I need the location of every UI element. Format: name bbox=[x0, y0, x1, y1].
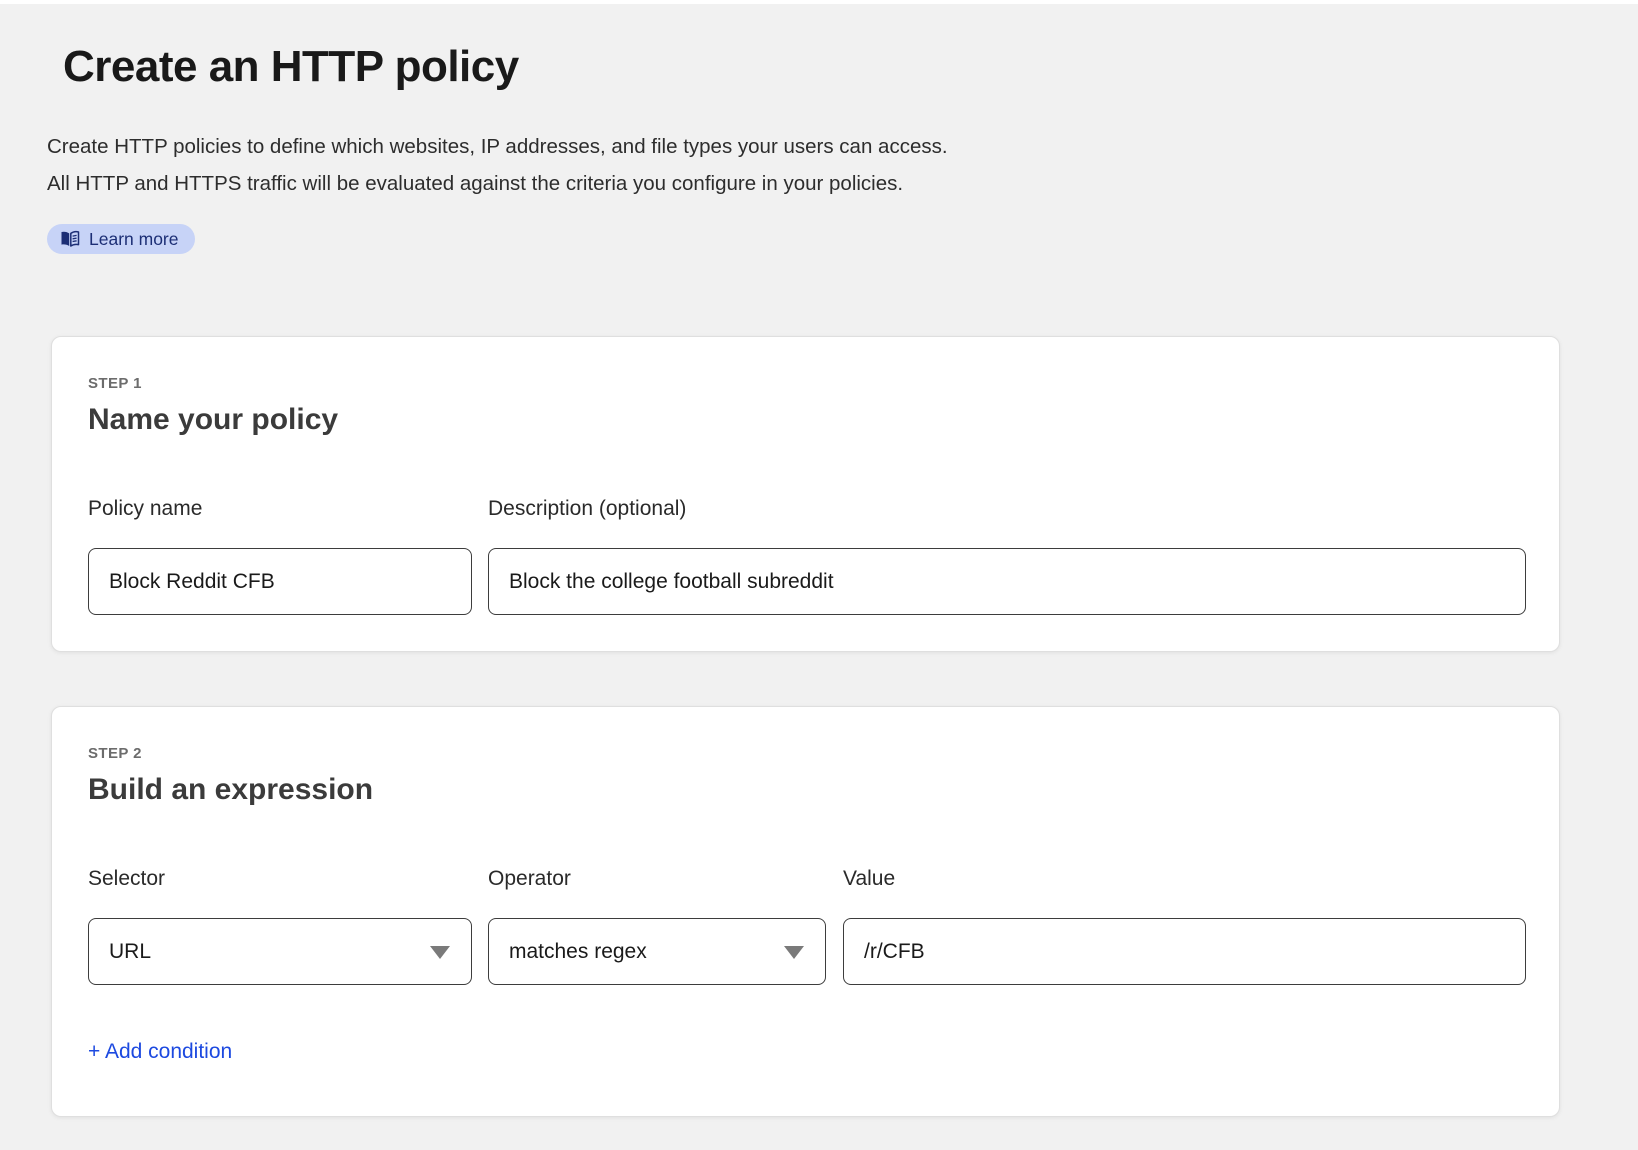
chevron-down-icon bbox=[784, 946, 804, 959]
add-condition-link[interactable]: + Add condition bbox=[88, 1040, 232, 1064]
selector-dropdown[interactable]: URL bbox=[88, 918, 472, 985]
operator-label: Operator bbox=[488, 867, 571, 891]
selector-label: Selector bbox=[88, 867, 165, 891]
step1-heading: Name your policy bbox=[88, 403, 338, 437]
book-icon bbox=[60, 230, 80, 248]
policy-name-label: Policy name bbox=[88, 497, 202, 521]
create-http-policy-page: Create an HTTP policy Create HTTP polici… bbox=[0, 0, 1638, 1150]
learn-more-label: Learn more bbox=[89, 229, 179, 250]
description-label: Description (optional) bbox=[488, 497, 686, 521]
step1-card: STEP 1 Name your policy Policy name Desc… bbox=[51, 336, 1560, 652]
policy-name-input[interactable] bbox=[88, 548, 472, 615]
page-description: Create HTTP policies to define which web… bbox=[47, 128, 948, 202]
page-description-line2: All HTTP and HTTPS traffic will be evalu… bbox=[47, 165, 948, 202]
operator-dropdown[interactable]: matches regex bbox=[488, 918, 826, 985]
step1-label: STEP 1 bbox=[88, 375, 142, 392]
value-input[interactable] bbox=[843, 918, 1526, 985]
selector-dropdown-value: URL bbox=[109, 940, 151, 964]
page-title: Create an HTTP policy bbox=[63, 42, 519, 92]
operator-dropdown-value: matches regex bbox=[509, 940, 647, 964]
top-strip bbox=[0, 0, 1638, 4]
step2-card: STEP 2 Build an expression Selector Oper… bbox=[51, 706, 1560, 1117]
page-description-line1: Create HTTP policies to define which web… bbox=[47, 128, 948, 165]
step2-label: STEP 2 bbox=[88, 745, 142, 762]
chevron-down-icon bbox=[430, 946, 450, 959]
value-label: Value bbox=[843, 867, 895, 891]
description-input[interactable] bbox=[488, 548, 1526, 615]
learn-more-button[interactable]: Learn more bbox=[47, 224, 195, 254]
step2-heading: Build an expression bbox=[88, 773, 373, 807]
